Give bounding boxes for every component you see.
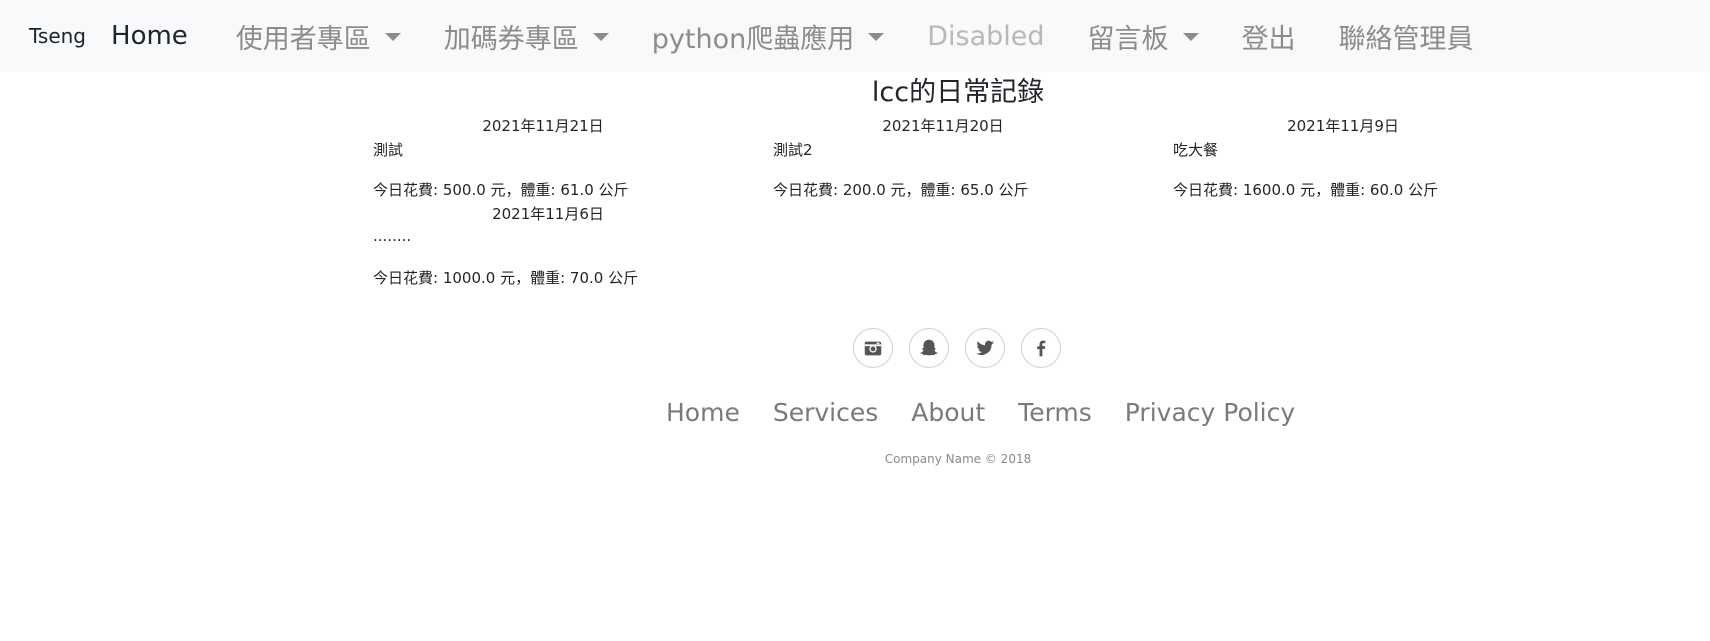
nav-coupon-area-dropdown[interactable]: 加碼券專區 <box>444 17 609 56</box>
caret-down-icon <box>868 33 885 41</box>
facebook-icon <box>1037 340 1046 357</box>
nav-message-board-label: 留言板 <box>1087 23 1169 55</box>
nav-home-label: Home <box>111 21 188 51</box>
nav-contact-admin[interactable]: 聯絡管理員 <box>1339 17 1474 56</box>
footer-link-home[interactable]: Home <box>666 398 740 427</box>
nav-disabled-label: Disabled <box>927 20 1045 52</box>
top-navbar: Tseng Home 使用者專區 加碼券專區 python爬蟲應用 Disabl… <box>0 0 1710 72</box>
twitter-icon <box>975 340 995 356</box>
nav-python-crawler-label: python爬蟲應用 <box>651 23 855 55</box>
entry-stats: 今日花費: 1000.0 元，體重: 70.0 公斤 <box>373 269 639 287</box>
entry-date: 2021年11月21日 <box>482 117 604 135</box>
footer-link-privacy-policy[interactable]: Privacy Policy <box>1125 398 1295 427</box>
entry-date: 2021年11月20日 <box>882 117 1004 135</box>
entry-subject: 吃大餐 <box>1173 141 1219 159</box>
caret-down-icon <box>384 33 401 41</box>
snapchat-button[interactable] <box>909 328 949 368</box>
nav-logout-label: 登出 <box>1241 23 1296 55</box>
entry-stats: 今日花費: 1600.0 元，體重: 60.0 公斤 <box>1173 181 1439 199</box>
nav-user-area-label: 使用者專區 <box>235 23 371 55</box>
snapchat-icon <box>919 339 939 356</box>
navbar-brand[interactable]: Tseng <box>29 24 86 48</box>
entry-subject: 測試 <box>373 141 404 159</box>
entry-date: 2021年11月9日 <box>1287 117 1399 135</box>
nav-user-area-dropdown[interactable]: 使用者專區 <box>236 17 401 56</box>
social-links <box>853 328 1077 368</box>
footer-link-terms[interactable]: Terms <box>1018 398 1092 427</box>
footer-link-services[interactable]: Services <box>773 398 878 427</box>
twitter-button[interactable] <box>965 328 1005 368</box>
nav-python-crawler-dropdown[interactable]: python爬蟲應用 <box>651 17 885 56</box>
entry-stats: 今日花費: 500.0 元，體重: 61.0 公斤 <box>373 181 629 199</box>
footer-link-about[interactable]: About <box>911 398 985 427</box>
footer-nav: Home Services About Terms Privacy Policy <box>666 398 1328 427</box>
instagram-icon <box>864 341 882 356</box>
nav-message-board-dropdown[interactable]: 留言板 <box>1088 17 1199 56</box>
nav-logout[interactable]: 登出 <box>1242 17 1296 56</box>
caret-down-icon <box>592 33 609 41</box>
nav-contact-admin-label: 聯絡管理員 <box>1338 23 1474 55</box>
entry-subject: 測試2 <box>773 141 813 159</box>
copyright: Company Name © 2018 <box>884 452 1032 466</box>
nav-coupon-area-label: 加碼券專區 <box>443 23 579 55</box>
nav-disabled: Disabled <box>927 21 1044 52</box>
page-title: lcc的日常記錄 <box>871 77 1045 108</box>
entry-stats: 今日花費: 200.0 元，體重: 65.0 公斤 <box>773 181 1029 199</box>
instagram-button[interactable] <box>853 328 893 368</box>
entry-subject: ........ <box>373 227 412 245</box>
caret-down-icon <box>1182 33 1199 41</box>
facebook-button[interactable] <box>1021 328 1061 368</box>
entry-date: 2021年11月6日 <box>492 205 604 223</box>
nav-home[interactable]: Home <box>111 21 188 51</box>
